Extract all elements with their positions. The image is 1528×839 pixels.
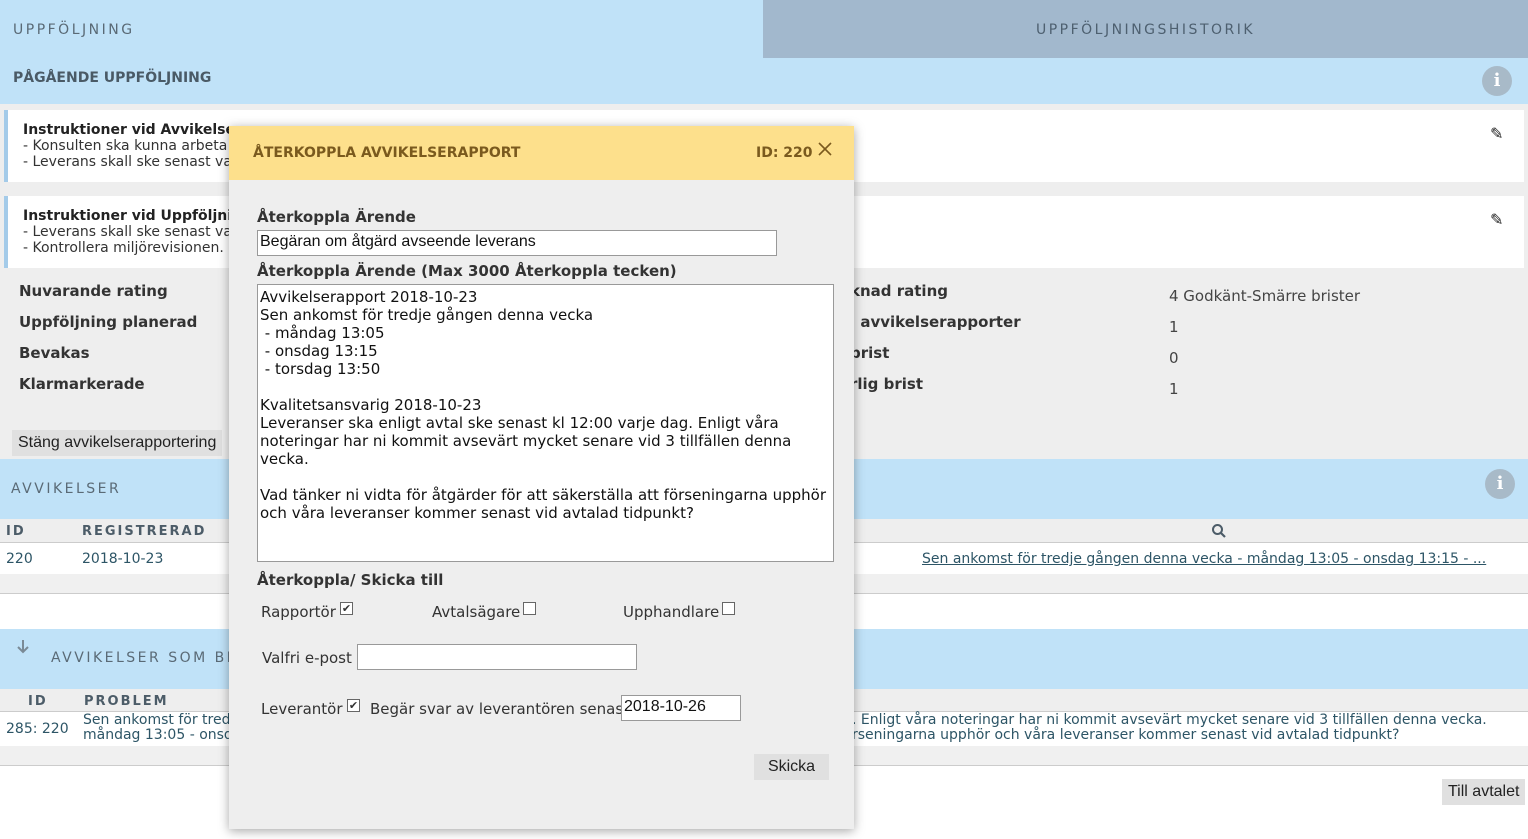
deviations-title: AVVIKELSER [11,481,122,497]
row-problem-line: Sen ankomst för tred [83,712,231,728]
feedback-modal: ÅTERKOPPLA AVVIKELSERAPPORT ID: 220 Åter… [229,126,854,829]
stat-value: 0 [1169,349,1179,367]
card-line: - Kontrollera miljörevisionen. I [23,240,233,256]
deviation-link[interactable]: Sen ankomst för tredje gången denna veck… [922,551,1486,567]
row-problem-line: rseningarna upphör och våra leveranser k… [852,727,1400,743]
card-title: Instruktioner vid Uppföljnin [23,208,243,224]
supplier-checkbox[interactable]: ✔ [347,699,360,712]
body-label: Återkoppla Ärende (Max 3000 Återkoppla t… [257,262,677,280]
tab-followup[interactable]: UPPFÖLJNING [0,0,763,58]
recipient-label: Upphandlare [623,603,720,621]
ongoing-title: PÅGÅENDE UPPFÖLJNING [13,70,212,86]
send-to-label: Återkoppla/ Skicka till [257,571,444,589]
card-line: - Leverans skall ske senast va [23,154,232,170]
marked-done-label: Klarmarkerade [19,375,145,393]
stat-label: brist [850,344,890,362]
email-input[interactable] [357,644,637,670]
followup-planned-label: Uppföljning planerad [19,313,198,331]
recipient-label: Rapportör [261,603,336,621]
send-button[interactable]: Skicka [754,754,829,780]
arrow-down-icon[interactable] [16,639,30,655]
watched-label: Bevakas [19,344,90,362]
subject-label: Återkoppla Ärende [257,208,416,226]
col-id: ID [6,524,26,539]
email-label: Valfri e-post [262,649,352,667]
row-problem-line: . Enligt våra noteringar har ni kommit a… [852,712,1487,728]
search-icon[interactable] [1211,523,1227,539]
tab-followup-label: UPPFÖLJNING [13,22,135,38]
recipient-owner-checkbox[interactable] [523,602,536,615]
row-date: 2018-10-23 [82,551,164,567]
modal-title: ÅTERKOPPLA AVVIKELSERAPPORT [253,145,521,161]
col-problem: PROBLEM [84,694,169,709]
tab-followup-history[interactable]: UPPFÖLJNINGSHISTORIK [763,0,1528,58]
reply-by-date-input[interactable]: 2018-10-26 [621,695,741,721]
to-agreement-button[interactable]: Till avtalet [1442,779,1526,805]
recipient-reporter-checkbox[interactable]: ✔ [340,602,353,615]
current-rating-label: Nuvarande rating [19,282,168,300]
modal-id: ID: 220 [756,145,813,161]
col-id: ID [28,694,48,709]
card-line: - Leverans skall ske senast va [23,224,232,240]
close-deviation-reporting-button[interactable]: Stäng avvikelserapportering [12,430,223,456]
pencil-icon[interactable]: ✎ [1490,124,1503,143]
row-id: 220 [6,551,33,567]
recipient-label: Avtalsägare [432,603,521,621]
stat-value: 1 [1169,318,1179,336]
stat-value: 1 [1169,380,1179,398]
pencil-icon[interactable]: ✎ [1490,210,1503,229]
card-title: Instruktioner vid Avvikelse [23,122,235,138]
reply-by-label: Begär svar av leverantören senast [370,700,630,718]
recipient-procurer-checkbox[interactable] [722,602,735,615]
row-id: 285: 220 [6,721,69,737]
modal-header: ÅTERKOPPLA AVVIKELSERAPPORT ID: 220 [229,126,854,180]
stat-label: knad rating [850,282,948,300]
stat-value: 4 Godkänt-Smärre brister [1169,287,1361,305]
subject-input[interactable]: Begäran om åtgärd avseende leverans [257,230,777,256]
supplier-label: Leverantör [261,700,343,718]
info-icon[interactable]: i [1485,469,1515,499]
handled-deviations-title: AVVIKELSER SOM BE [51,650,239,666]
info-icon[interactable]: i [1482,66,1512,96]
stat-label: rlig brist [850,375,924,393]
stat-label: l avvikelserapporter [850,313,1021,331]
row-problem-line: måndag 13:05 - onsd [83,727,233,743]
ongoing-header: PÅGÅENDE UPPFÖLJNING i [0,58,1528,104]
col-registered[interactable]: REGISTRERAD [82,524,206,539]
body-textarea[interactable]: Avvikelserapport 2018-10-23 Sen ankomst … [257,284,834,562]
card-line: - Konsulten ska kunna arbeta [23,138,228,154]
tab-history-label: UPPFÖLJNINGSHISTORIK [1035,22,1256,38]
close-icon[interactable] [818,142,832,156]
